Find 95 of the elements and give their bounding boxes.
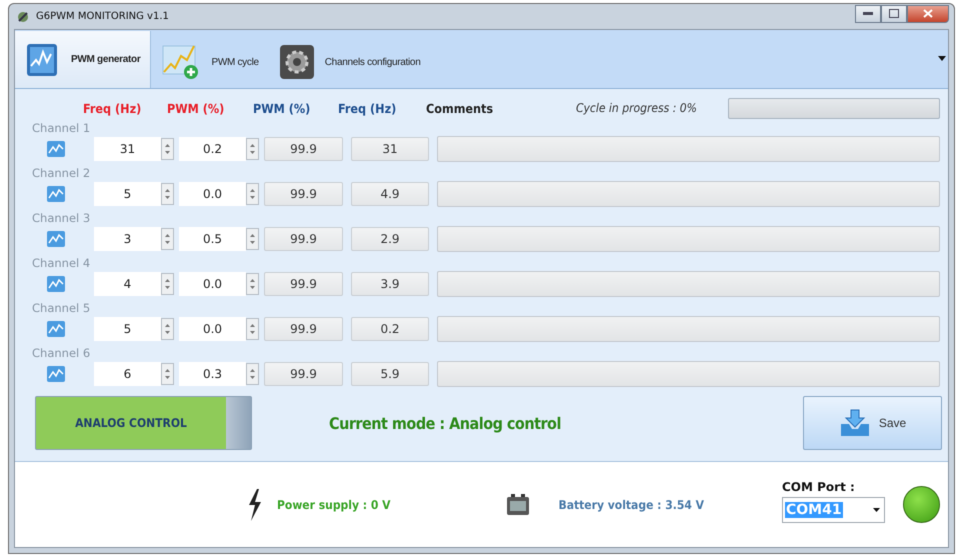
- freq-output: 5.9: [351, 362, 429, 386]
- minimize-icon: [863, 12, 873, 16]
- spin-button[interactable]: [161, 183, 174, 205]
- waveform-icon[interactable]: [46, 140, 66, 158]
- mode-toggle[interactable]: ANALOG CONTROL: [35, 396, 252, 450]
- comment-field[interactable]: [437, 226, 940, 252]
- column-header: PWM (%): [253, 100, 312, 116]
- pwm-output: 99.9: [264, 227, 343, 251]
- spin-button[interactable]: [161, 228, 174, 250]
- pwm-input[interactable]: 0.2: [179, 137, 246, 161]
- tab[interactable]: Channels configuration: [268, 36, 430, 88]
- channel-label: Channel 1: [32, 121, 92, 136]
- freq-input[interactable]: 4: [94, 272, 161, 296]
- pwm-output: 99.9: [264, 182, 343, 206]
- spin-button[interactable]: [246, 138, 259, 160]
- pwm-output: 99.9: [264, 137, 343, 161]
- column-header: Comments: [426, 100, 494, 116]
- spinner-arrows-icon: [249, 142, 256, 156]
- freq-output: 2.9: [351, 227, 429, 251]
- spinner-arrows-icon: [249, 187, 256, 201]
- spinner-arrows-icon: [164, 277, 171, 291]
- freq-input[interactable]: 5: [94, 317, 161, 341]
- comment-field[interactable]: [437, 136, 940, 162]
- freq-input[interactable]: 5: [94, 182, 161, 206]
- com-port-label: COM Port :: [782, 480, 856, 494]
- window-title: G6PWM MONITORING v1.1: [36, 11, 170, 22]
- close-button[interactable]: [907, 4, 949, 22]
- waveform-icon[interactable]: [46, 320, 66, 338]
- cycle-progress-label: Cycle in progress : 0%: [576, 101, 698, 115]
- save-tray-icon: [838, 408, 871, 438]
- mode-status: Current mode : Analog control: [329, 414, 562, 432]
- pwm-input[interactable]: 0.0: [179, 182, 246, 206]
- spin-button[interactable]: [246, 318, 259, 340]
- dropdown-caret-icon[interactable]: [938, 56, 946, 61]
- waveform-icon[interactable]: [46, 365, 66, 383]
- battery-voltage-status: Battery voltage : 3.54 V: [558, 498, 705, 512]
- freq-output: 0.2: [351, 317, 429, 341]
- waveform-icon[interactable]: [46, 185, 66, 203]
- spinner-arrows-icon: [249, 232, 256, 246]
- app-icon: [16, 10, 30, 24]
- pwm-output: 99.9: [264, 272, 343, 296]
- column-header: Freq (Hz): [83, 100, 142, 116]
- tab[interactable]: PWM generator: [15, 31, 152, 88]
- spinner-arrows-icon: [164, 187, 171, 201]
- pwm-input[interactable]: 0.0: [179, 317, 246, 341]
- spinner-arrows-icon: [164, 367, 171, 381]
- spin-button[interactable]: [246, 183, 259, 205]
- pwm-input[interactable]: 0.5: [179, 227, 246, 251]
- freq-output: 31: [351, 137, 429, 161]
- channel-label: Channel 6: [32, 346, 92, 361]
- spin-button[interactable]: [161, 363, 174, 385]
- spin-button[interactable]: [161, 273, 174, 295]
- pwm-output: 99.9: [264, 317, 343, 341]
- column-header: Freq (Hz): [338, 100, 398, 116]
- waveform-icon[interactable]: [46, 275, 66, 293]
- comment-field[interactable]: [437, 361, 940, 387]
- column-header: PWM (%): [167, 100, 226, 116]
- channel-label: Channel 2: [32, 166, 92, 181]
- freq-output: 3.9: [351, 272, 429, 296]
- freq-input[interactable]: 31: [94, 137, 161, 161]
- spin-button[interactable]: [246, 273, 259, 295]
- freq-input[interactable]: 6: [94, 362, 161, 386]
- tab[interactable]: PWM cycle: [151, 36, 269, 88]
- battery-icon: [506, 494, 530, 516]
- power-supply-status: Power supply : 0 V: [277, 498, 390, 512]
- close-icon: [923, 9, 933, 18]
- pwm-input[interactable]: 0.0: [179, 272, 246, 296]
- channel-label: Channel 5: [32, 301, 92, 316]
- comment-field[interactable]: [437, 181, 940, 207]
- save-button[interactable]: Save: [803, 396, 942, 450]
- spinner-arrows-icon: [249, 322, 256, 336]
- channel-label: Channel 4: [32, 256, 92, 271]
- spin-button[interactable]: [246, 228, 259, 250]
- spin-button[interactable]: [246, 363, 259, 385]
- channel-label: Channel 3: [32, 211, 92, 226]
- spinner-arrows-icon: [164, 322, 171, 336]
- comment-field[interactable]: [437, 271, 940, 297]
- pwm-output: 99.9: [264, 362, 343, 386]
- spin-button[interactable]: [161, 138, 174, 160]
- pwm-input[interactable]: 0.3: [179, 362, 246, 386]
- spinner-arrows-icon: [164, 232, 171, 246]
- gear-icon: [278, 44, 315, 80]
- spinner-arrows-icon: [249, 367, 256, 381]
- spin-button[interactable]: [161, 318, 174, 340]
- freq-input[interactable]: 3: [94, 227, 161, 251]
- waveform-icon[interactable]: [46, 230, 66, 248]
- maximize-button[interactable]: [881, 4, 907, 22]
- comment-field[interactable]: [437, 316, 940, 342]
- spinner-arrows-icon: [164, 142, 171, 156]
- maximize-icon: [889, 9, 899, 18]
- lightning-icon: [247, 488, 263, 520]
- spinner-arrows-icon: [249, 277, 256, 291]
- dropdown-caret-icon: [873, 508, 880, 512]
- freq-output: 4.9: [351, 182, 429, 206]
- minimize-button[interactable]: [855, 4, 881, 22]
